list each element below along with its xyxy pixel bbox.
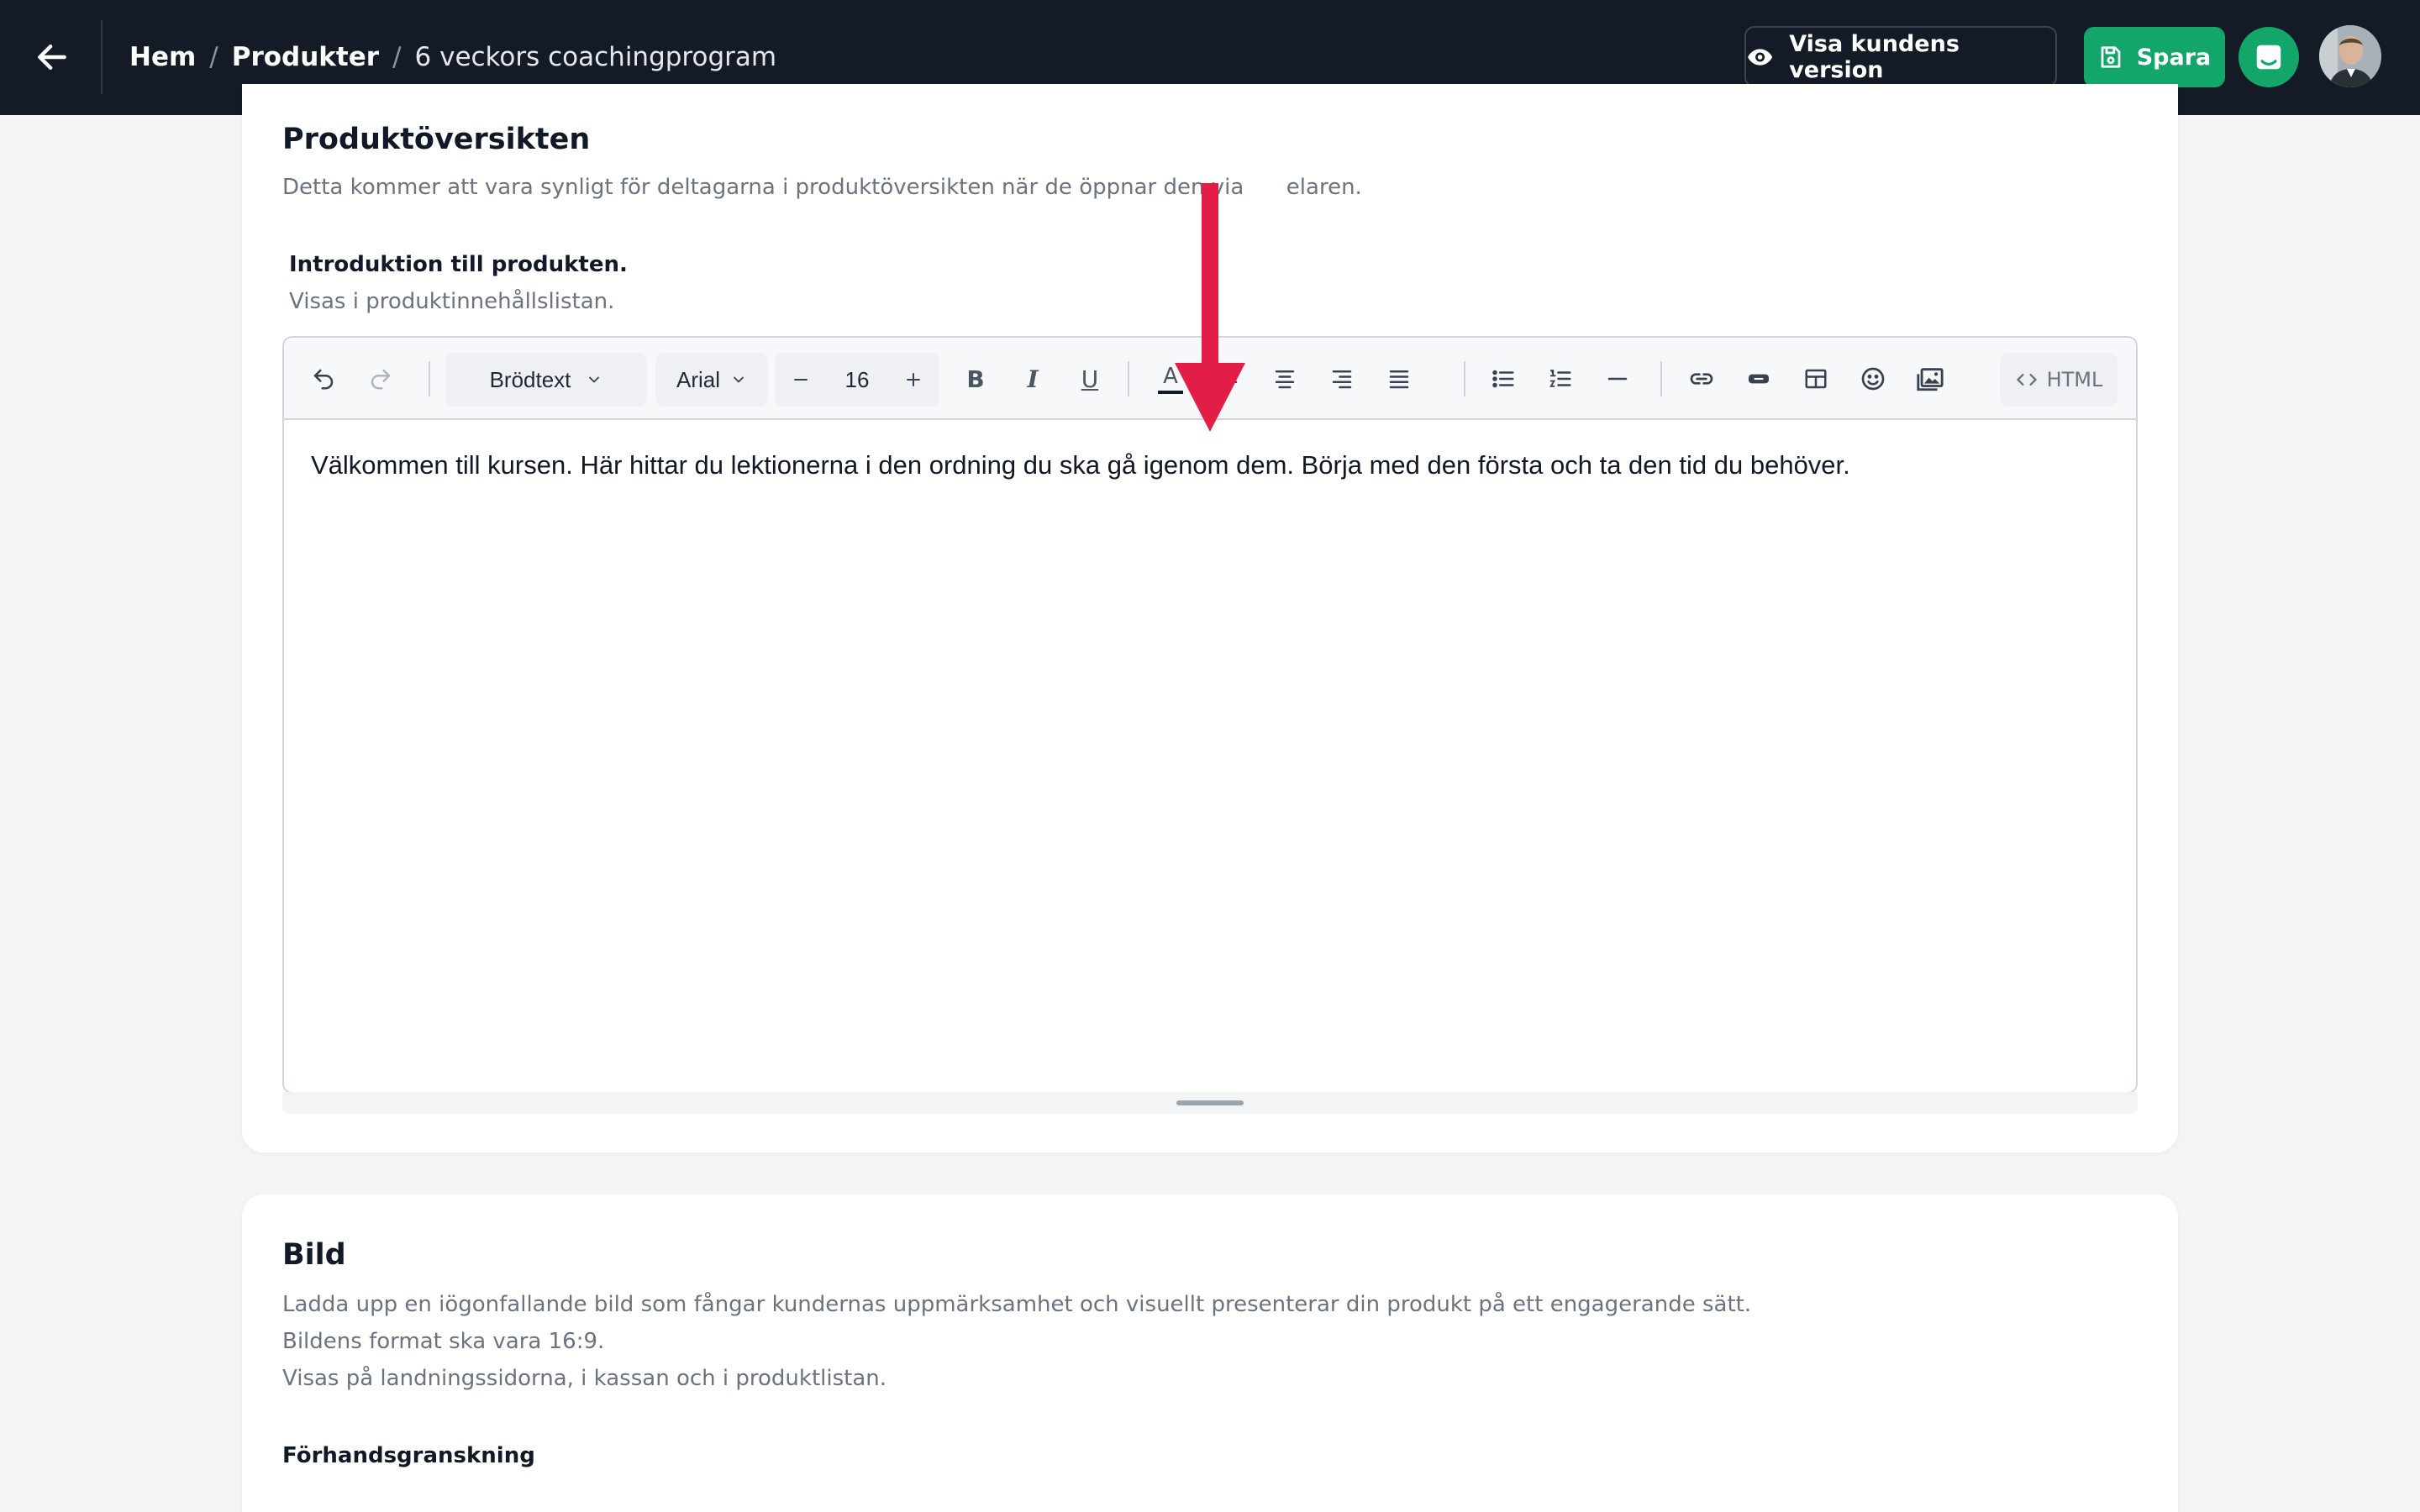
align-justify-icon [1389, 370, 1409, 389]
save-button[interactable]: Spara [2084, 27, 2225, 87]
insert-button-button[interactable] [1739, 358, 1778, 400]
table-icon [1805, 369, 1827, 389]
align-right-icon [1332, 370, 1352, 389]
table-button[interactable] [1797, 358, 1835, 400]
topbar-divider [101, 20, 103, 94]
chevron-down-icon [734, 376, 744, 383]
image-description-2: Bildens format ska vara 16:9. [282, 1329, 605, 1354]
bullet-list-icon [1492, 370, 1514, 388]
link-button[interactable] [1682, 358, 1721, 400]
undo-icon [313, 369, 334, 390]
back-button[interactable] [30, 35, 74, 79]
description-text-tail: elaren. [1286, 175, 1362, 200]
arrow-left-icon [38, 44, 66, 71]
user-avatar[interactable] [2319, 25, 2381, 87]
minus-icon [794, 379, 808, 381]
code-icon [2016, 374, 2037, 386]
save-label: Spara [2136, 44, 2212, 71]
underline-icon: U [1081, 365, 1099, 393]
toolbar-separator [429, 361, 430, 396]
image-description-1: Ladda upp en iögonfallande bild som fång… [282, 1292, 1752, 1317]
breadcrumb: Hem / Produkter / 6 veckors coachingprog… [129, 37, 776, 77]
numbered-list-button[interactable] [1541, 358, 1580, 400]
toolbar-separator [1128, 361, 1129, 396]
customer-preview-button[interactable]: Visa kundens version [1744, 26, 2057, 87]
html-source-label: HTML [2046, 368, 2103, 391]
editor-content[interactable]: Välkommen till kursen. Här hittar du lek… [311, 450, 2109, 480]
html-source-button[interactable]: HTML [2000, 353, 2118, 407]
bullet-list-button[interactable] [1484, 358, 1523, 400]
text-color-icon: A [1163, 364, 1178, 389]
breadcrumb-current: 6 veckors coachingprogram [414, 42, 777, 72]
horizontal-rule-button[interactable] [1598, 358, 1637, 400]
resize-grip [1176, 1100, 1244, 1105]
breadcrumb-separator: / [209, 42, 218, 72]
rich-text-editor: Brödtext Arial 16 B I U A HTML Välkommen… [282, 336, 2138, 1094]
font-size-increase-button[interactable] [892, 353, 934, 407]
link-icon [1690, 373, 1713, 385]
inbox-icon [2256, 45, 2281, 70]
eye-icon [1748, 48, 1773, 66]
font-family-select[interactable]: Arial [655, 353, 768, 407]
editor-resize-handle[interactable] [282, 1092, 2138, 1114]
breadcrumb-home[interactable]: Hem [129, 42, 196, 72]
emoji-button[interactable] [1854, 358, 1892, 400]
font-family-value: Arial [676, 366, 720, 392]
undo-button[interactable] [302, 358, 345, 400]
intro-field-label: Introduktion till produkten. [289, 252, 628, 277]
numbered-list-icon [1549, 370, 1571, 387]
italic-button[interactable]: I [1013, 358, 1052, 400]
breadcrumb-products[interactable]: Produkter [232, 42, 379, 72]
redo-button[interactable] [360, 358, 402, 400]
font-size-stepper: 16 [775, 353, 939, 407]
avatar-photo-icon [2319, 25, 2381, 87]
inbox-button[interactable] [2238, 27, 2299, 87]
preview-label: Förhandsgranskning [282, 1443, 535, 1468]
button-icon [1749, 374, 1769, 384]
align-left-button[interactable] [1208, 358, 1247, 400]
customer-preview-label: Visa kundens version [1789, 30, 1960, 83]
section-description-product-overview: Detta kommer att vara synligt för deltag… [282, 175, 1362, 200]
image-description-3: Visas på landningssidorna, i kassan och … [282, 1366, 886, 1391]
toolbar-separator [1464, 361, 1465, 396]
image-button[interactable] [1911, 358, 1949, 400]
align-center-icon [1275, 370, 1295, 389]
bold-button[interactable]: B [956, 358, 995, 400]
chevron-down-icon [589, 376, 600, 383]
plus-icon [907, 373, 920, 386]
save-icon [2101, 46, 2121, 68]
text-color-swatch [1158, 391, 1183, 394]
breadcrumb-separator: / [392, 42, 402, 72]
image-icon [1917, 368, 1944, 391]
description-text: Detta kommer att vara synligt för deltag… [282, 175, 1244, 200]
align-center-button[interactable] [1265, 358, 1304, 400]
toolbar-separator [1660, 361, 1662, 396]
section-title-image: Bild [282, 1238, 346, 1272]
block-style-select[interactable]: Brödtext [445, 353, 647, 407]
horizontal-rule-icon [1607, 377, 1628, 381]
align-right-button[interactable] [1323, 358, 1361, 400]
font-size-decrease-button[interactable] [780, 353, 822, 407]
bold-icon: B [966, 365, 985, 393]
redo-icon [371, 369, 391, 390]
align-justify-button[interactable] [1380, 358, 1418, 400]
editor-toolbar: Brödtext Arial 16 B I U A HTML [284, 338, 2136, 420]
italic-icon: I [1027, 365, 1039, 393]
align-left-icon [1218, 370, 1238, 389]
block-style-value: Brödtext [489, 366, 571, 392]
section-title-product-overview: Produktöversikten [282, 123, 591, 156]
text-color-button[interactable]: A [1151, 358, 1190, 400]
underline-button[interactable]: U [1071, 358, 1109, 400]
intro-field-help: Visas i produktinnehållslistan. [289, 289, 615, 314]
emoji-icon [1861, 367, 1885, 391]
font-size-value[interactable]: 16 [817, 353, 897, 407]
